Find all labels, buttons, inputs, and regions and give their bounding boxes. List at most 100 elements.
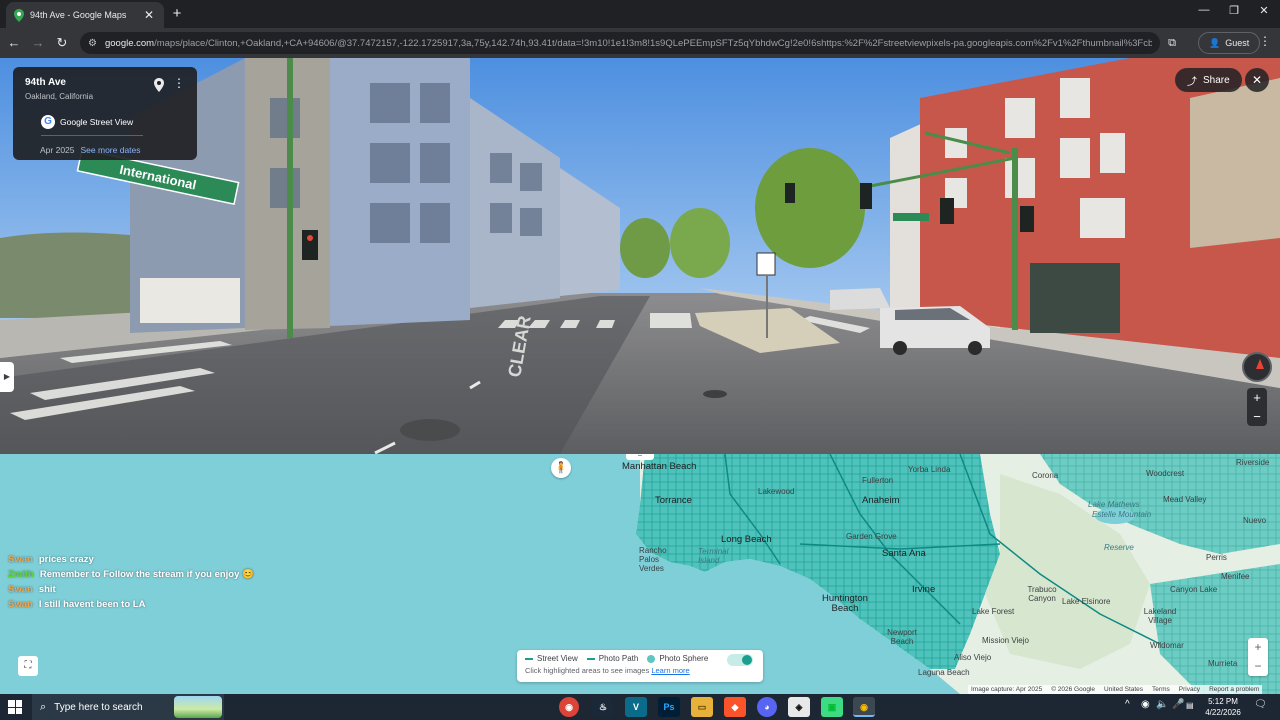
chrome-active-icon[interactable]: ◉ bbox=[853, 697, 875, 717]
coverage-toggle[interactable] bbox=[727, 654, 753, 666]
chat-username: Swan bbox=[8, 599, 33, 610]
guest-profile-button[interactable]: 👤 Guest bbox=[1198, 32, 1261, 54]
map-label: Huntington Beach bbox=[822, 593, 868, 614]
location-subtitle: Oakland, California bbox=[25, 92, 94, 101]
windows-taskbar: ⌕ Type here to search ◉ ♨ V Ps ▭ ◆ ◕ ◈ ▣… bbox=[0, 694, 1280, 720]
share-button[interactable]: ⤴ Share bbox=[1175, 68, 1242, 92]
map-label: Lakewood bbox=[758, 487, 795, 496]
minimize-button[interactable]: — bbox=[1193, 4, 1215, 16]
back-button[interactable]: ← bbox=[5, 34, 23, 52]
windows-start-icon[interactable] bbox=[8, 700, 22, 714]
browser-menu-icon[interactable]: ⋮ bbox=[1258, 34, 1272, 48]
map-label: Anaheim bbox=[862, 495, 900, 506]
map-label: Perris bbox=[1206, 553, 1227, 562]
site-info-icon[interactable]: ⚙ bbox=[88, 38, 97, 49]
map-label: Estelle Mountain bbox=[1092, 510, 1152, 519]
new-tab-button[interactable]: + bbox=[168, 5, 186, 23]
map-label: Laguna Beach bbox=[918, 668, 970, 677]
chat-text: I still havent been to LA bbox=[38, 599, 146, 610]
tab-close-icon[interactable]: ✕ bbox=[142, 8, 156, 22]
map-label: Corona bbox=[1032, 471, 1059, 480]
map-label: Reserve bbox=[1104, 543, 1134, 552]
microphone-icon[interactable]: 🎤 bbox=[1172, 699, 1184, 710]
file-explorer-icon[interactable]: ▭ bbox=[691, 697, 713, 717]
app-icon[interactable]: ◈ bbox=[788, 697, 810, 717]
map-zoom-in-button[interactable]: + bbox=[1248, 638, 1268, 657]
panel-resize-handle[interactable]: = bbox=[626, 454, 654, 460]
capture-date: Apr 2025 bbox=[40, 145, 75, 155]
pegman-icon[interactable]: 🧍 bbox=[551, 458, 571, 478]
keyboard-icon[interactable]: ▤ bbox=[1186, 701, 1194, 710]
system-clock[interactable]: 5:12 PM 4/22/2026 bbox=[1198, 696, 1248, 718]
photo-sphere-swatch bbox=[647, 654, 656, 663]
location-pin-icon[interactable] bbox=[153, 78, 165, 92]
search-icon: ⌕ bbox=[40, 700, 47, 713]
window-close-button[interactable]: ✕ bbox=[1253, 4, 1275, 17]
google-logo-icon: G bbox=[41, 115, 55, 129]
stream-chat-overlay: Swan prices crazy Zmith Remember to Follow… bbox=[8, 554, 254, 614]
steam-icon[interactable]: ♨ bbox=[592, 697, 614, 717]
mini-map[interactable]: Manhattan Beach Torrance Lakewood Fuller… bbox=[0, 454, 1280, 694]
install-app-icon[interactable]: ⧉ bbox=[1163, 34, 1181, 52]
map-zoom-out-button[interactable]: − bbox=[1248, 657, 1268, 676]
legend-hint-text: Click highlighted areas to see images bbox=[525, 666, 650, 675]
chat-message: Swan shit bbox=[8, 584, 254, 595]
chat-message: Swan prices crazy bbox=[8, 554, 254, 565]
side-panel-toggle-icon[interactable]: ▶ bbox=[0, 362, 14, 392]
photo-path-swatch bbox=[586, 657, 595, 660]
privacy-link[interactable]: Privacy bbox=[1179, 685, 1200, 694]
visual-icon[interactable]: V bbox=[625, 697, 647, 717]
map-label: Lake Forest bbox=[972, 607, 1015, 616]
address-bar[interactable]: ⚙ google.com/maps/place/Clinton,+Oakland… bbox=[80, 32, 1160, 54]
see-more-dates-link[interactable]: See more dates bbox=[81, 145, 141, 155]
chrome-icon[interactable]: ◉ bbox=[559, 697, 579, 717]
map-label: Lakeland Village bbox=[1143, 607, 1177, 625]
profile-icon: 👤 bbox=[1209, 37, 1221, 48]
forward-button[interactable]: → bbox=[29, 34, 47, 52]
map-label: Lake Mathews bbox=[1088, 500, 1140, 509]
legend-photo-sphere: Photo Sphere bbox=[647, 654, 708, 663]
compass-icon[interactable] bbox=[1242, 352, 1272, 382]
url-path: /maps/place/Clinton,+Oakland,+CA+94606/@… bbox=[154, 37, 1152, 49]
taskbar-search[interactable]: ⌕ Type here to search bbox=[32, 694, 224, 720]
map-label: Fullerton bbox=[862, 476, 894, 485]
sv-zoom-out-button[interactable]: − bbox=[1247, 407, 1267, 426]
street-view-panorama[interactable]: International CLEAR 94th Ave Oakland, Ca… bbox=[0, 58, 1280, 454]
tray-app-icon[interactable]: ◉ bbox=[1141, 699, 1150, 710]
url-text[interactable]: google.com/maps/place/Clinton,+Oakland,+… bbox=[105, 38, 1152, 49]
legend-label: Photo Path bbox=[598, 654, 639, 663]
sv-zoom-in-button[interactable]: + bbox=[1247, 388, 1267, 407]
notifications-icon[interactable]: 🗨 bbox=[1254, 699, 1267, 710]
terms-link[interactable]: Terms bbox=[1152, 685, 1170, 694]
learn-more-link[interactable]: Learn more bbox=[651, 666, 689, 675]
map-label: Nuevo bbox=[1243, 516, 1267, 525]
volume-icon[interactable]: 🔈 bbox=[1156, 699, 1168, 710]
chat-username: Swan bbox=[8, 584, 33, 595]
map-label: Woodcrest bbox=[1146, 469, 1185, 478]
street-view-swatch bbox=[525, 657, 533, 660]
discord-icon[interactable]: ◕ bbox=[757, 697, 777, 717]
expand-map-icon[interactable]: ⛶ bbox=[18, 656, 38, 676]
tab-google-maps[interactable]: 94th Ave - Google Maps ✕ bbox=[6, 2, 164, 28]
photoshop-icon[interactable]: Ps bbox=[658, 697, 680, 717]
map-label: Aliso Viejo bbox=[954, 653, 992, 662]
reload-button[interactable]: ↻ bbox=[53, 34, 71, 52]
card-menu-icon[interactable]: ⋮ bbox=[173, 76, 185, 90]
report-problem-link[interactable]: Report a problem bbox=[1209, 685, 1259, 694]
map-label: Canyon Lake bbox=[1170, 585, 1218, 594]
tray-overflow-icon[interactable]: ^ bbox=[1125, 699, 1130, 710]
map-attribution: Image capture: Apr 2025 © 2026 Google Un… bbox=[968, 685, 1263, 694]
capture-date-row: Apr 2025 See more dates bbox=[40, 145, 141, 155]
chat-text: Remember to Follow the stream if you enj… bbox=[39, 569, 254, 580]
chat-username: Swan bbox=[8, 554, 33, 565]
brave-icon[interactable]: ◆ bbox=[724, 697, 746, 717]
close-street-view-button[interactable]: ✕ bbox=[1245, 68, 1269, 92]
map-label: Wildomar bbox=[1150, 641, 1184, 650]
search-highlight-image bbox=[174, 696, 222, 718]
maximize-button[interactable]: ❐ bbox=[1223, 4, 1245, 17]
map-label: Menifee bbox=[1221, 572, 1250, 581]
android-icon[interactable]: ▣ bbox=[821, 697, 843, 717]
region-link[interactable]: United States bbox=[1104, 685, 1143, 694]
legend-label: Street View bbox=[537, 654, 578, 663]
location-card: 94th Ave Oakland, California ⋮ G Google … bbox=[13, 67, 197, 160]
